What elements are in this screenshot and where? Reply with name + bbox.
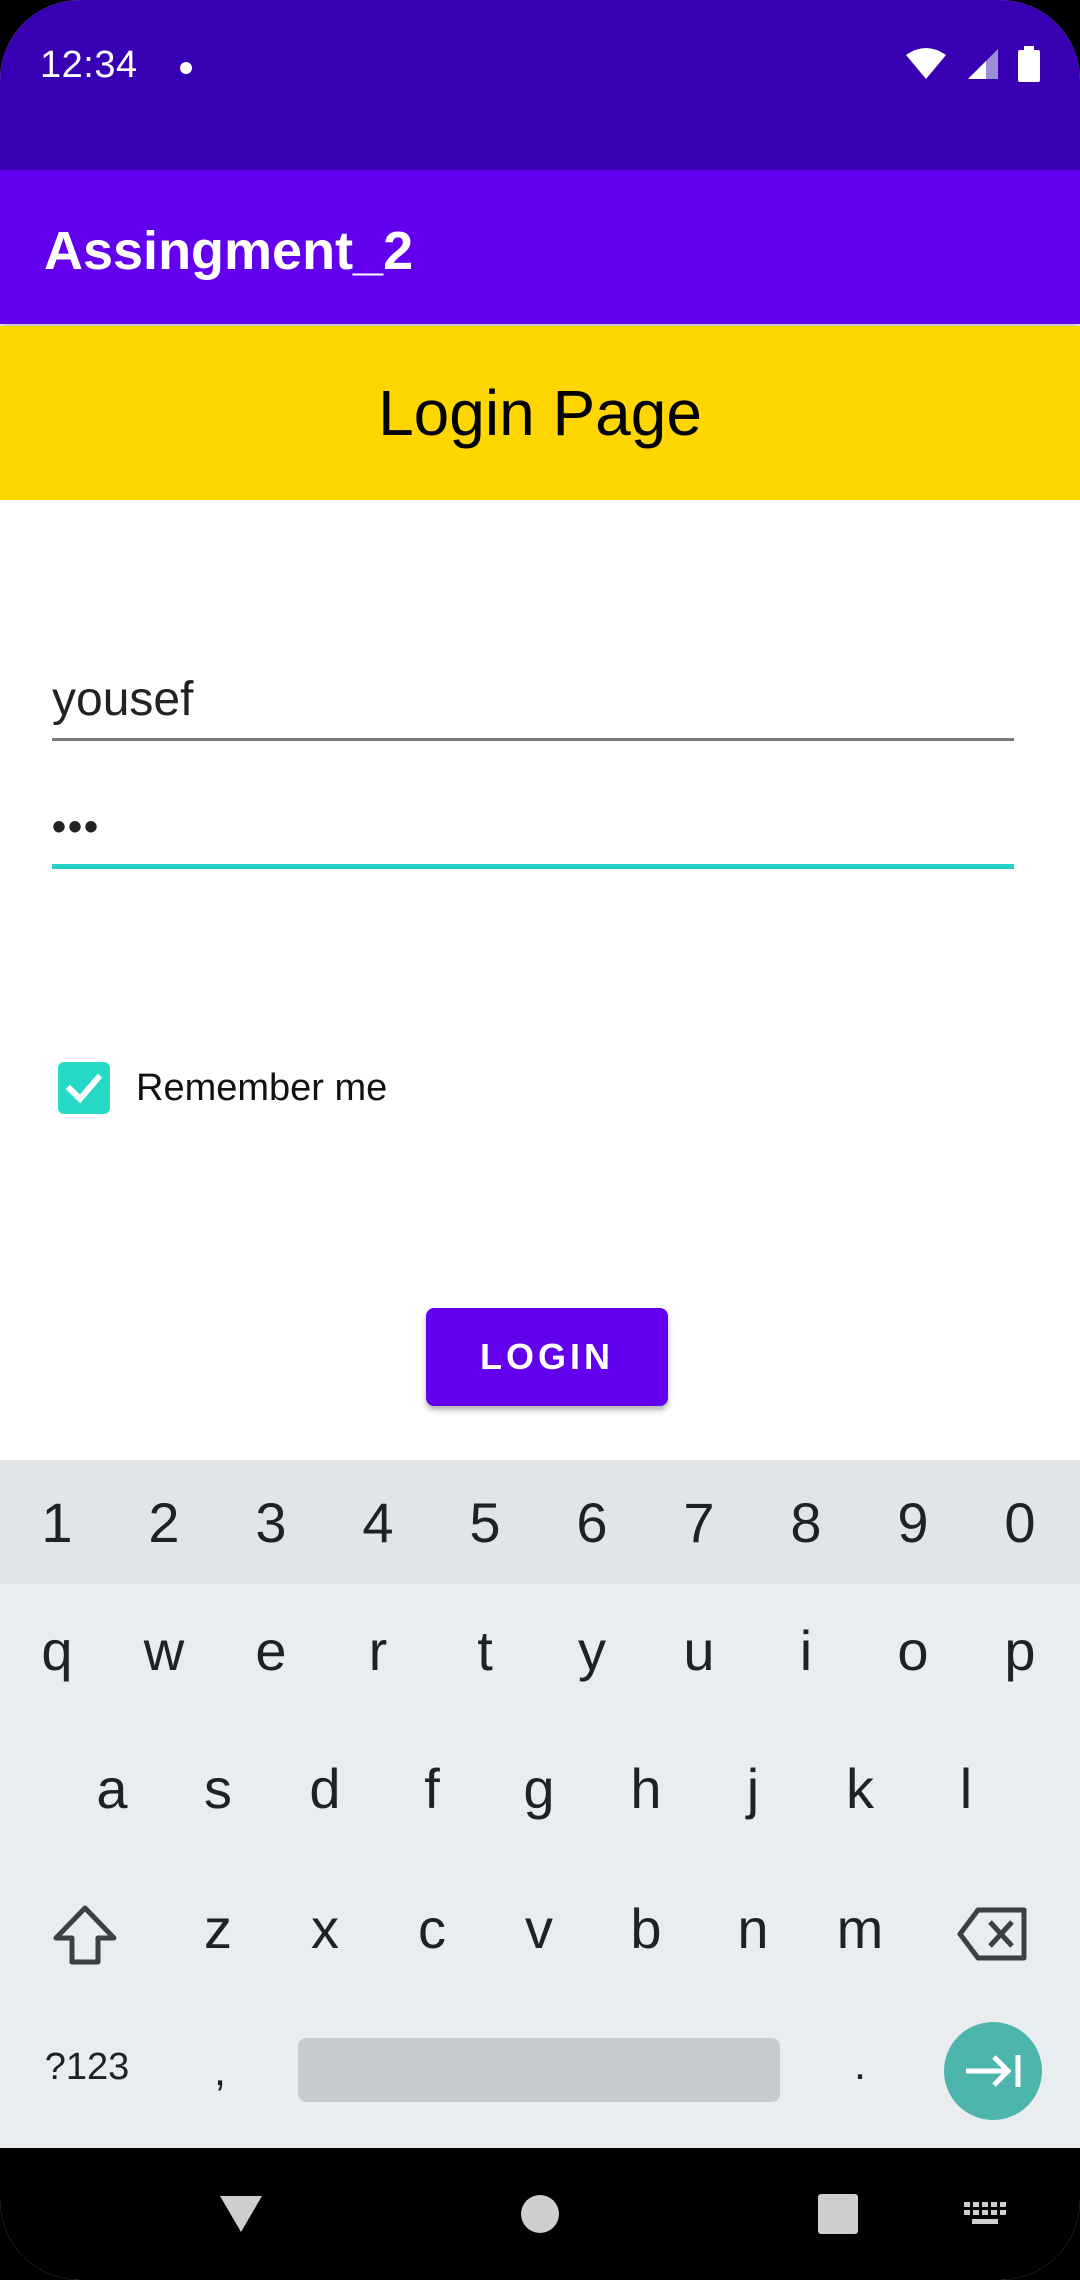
- key-t[interactable]: t: [445, 1618, 525, 1683]
- key-k[interactable]: k: [820, 1756, 900, 1821]
- key-2[interactable]: 2: [124, 1490, 204, 1555]
- key-n[interactable]: n: [713, 1896, 793, 1961]
- key-c[interactable]: c: [392, 1896, 472, 1961]
- key-8[interactable]: 8: [766, 1490, 846, 1555]
- key-1[interactable]: 1: [17, 1490, 97, 1555]
- key-g[interactable]: g: [499, 1756, 579, 1821]
- battery-icon: [1018, 46, 1040, 82]
- key-y[interactable]: y: [552, 1618, 632, 1683]
- key-r[interactable]: r: [338, 1618, 418, 1683]
- back-icon[interactable]: [218, 2194, 264, 2234]
- login-page-header: Login Page: [0, 326, 1080, 500]
- status-bar: 12:34: [0, 0, 1080, 170]
- navigation-bar: [0, 2148, 1080, 2280]
- key-h[interactable]: h: [606, 1756, 686, 1821]
- login-page-title: Login Page: [378, 377, 702, 449]
- notification-dot-icon: [180, 62, 192, 74]
- status-icons: [904, 46, 1040, 82]
- next-button[interactable]: [944, 2022, 1042, 2120]
- phone-screen: 12:34 Assingment_2 Login Page •••: [0, 0, 1080, 2280]
- key-3[interactable]: 3: [231, 1490, 311, 1555]
- password-field-value: •••: [52, 804, 101, 849]
- key-m[interactable]: m: [820, 1896, 900, 1961]
- symbols-key[interactable]: ?123: [32, 2046, 142, 2089]
- key-period[interactable]: .: [820, 2040, 900, 2090]
- login-button[interactable]: LOGIN: [426, 1308, 668, 1406]
- key-b[interactable]: b: [606, 1896, 686, 1961]
- key-u[interactable]: u: [659, 1618, 739, 1683]
- keyboard-icon[interactable]: [964, 2202, 1008, 2230]
- key-0[interactable]: 0: [980, 1490, 1060, 1555]
- key-l[interactable]: l: [926, 1756, 1006, 1821]
- key-4[interactable]: 4: [338, 1490, 418, 1555]
- remember-me-label: Remember me: [136, 1066, 388, 1109]
- cell-signal-icon: [968, 49, 998, 79]
- key-a[interactable]: a: [72, 1756, 152, 1821]
- key-comma[interactable]: ,: [180, 2046, 260, 2096]
- username-field[interactable]: [52, 660, 1014, 741]
- key-d[interactable]: d: [285, 1756, 365, 1821]
- spacebar[interactable]: [298, 2038, 780, 2102]
- key-p[interactable]: p: [980, 1618, 1060, 1683]
- keyboard-number-row: 1 2 3 4 5 6 7 8 9 0: [0, 1460, 1080, 1584]
- remember-me-row[interactable]: Remember me: [58, 1062, 387, 1114]
- wifi-icon: [906, 48, 946, 79]
- soft-keyboard: 1 2 3 4 5 6 7 8 9 0 q w e r t y u i o p …: [0, 1460, 1080, 2148]
- remember-me-checkbox[interactable]: [58, 1062, 110, 1114]
- key-z[interactable]: z: [178, 1896, 258, 1961]
- key-e[interactable]: e: [231, 1618, 311, 1683]
- key-v[interactable]: v: [499, 1896, 579, 1961]
- shift-icon[interactable]: [52, 1904, 118, 1966]
- key-w[interactable]: w: [124, 1618, 204, 1683]
- key-j[interactable]: j: [713, 1756, 793, 1821]
- app-bar: Assingment_2: [0, 170, 1080, 324]
- key-o[interactable]: o: [873, 1618, 953, 1683]
- key-s[interactable]: s: [178, 1756, 258, 1821]
- backspace-icon[interactable]: [956, 1906, 1028, 1962]
- status-time: 12:34: [40, 44, 138, 86]
- tab-next-icon: [966, 2055, 1021, 2087]
- key-i[interactable]: i: [766, 1618, 846, 1683]
- home-icon[interactable]: [520, 2194, 560, 2234]
- password-field[interactable]: •••: [52, 790, 1014, 869]
- key-5[interactable]: 5: [445, 1490, 525, 1555]
- key-7[interactable]: 7: [659, 1490, 739, 1555]
- check-icon: [65, 1073, 103, 1104]
- key-6[interactable]: 6: [552, 1490, 632, 1555]
- recents-icon[interactable]: [818, 2194, 858, 2234]
- key-9[interactable]: 9: [873, 1490, 953, 1555]
- key-q[interactable]: q: [17, 1618, 97, 1683]
- key-x[interactable]: x: [285, 1896, 365, 1961]
- app-title: Assingment_2: [44, 221, 414, 281]
- key-f[interactable]: f: [392, 1756, 472, 1821]
